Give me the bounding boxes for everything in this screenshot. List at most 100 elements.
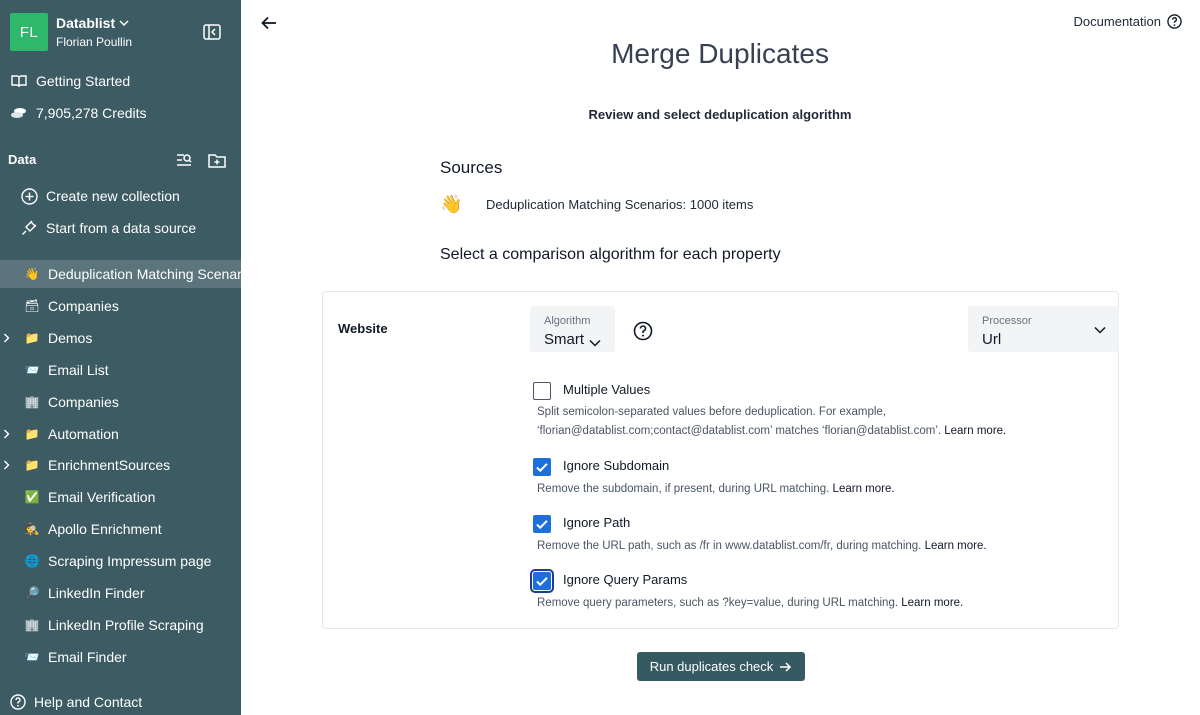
collection-label: Scraping Impressum page (48, 553, 212, 570)
run-duplicates-check-button[interactable]: Run duplicates check (637, 652, 805, 681)
property-card: Website Algorithm Smart Processor Url Mu… (322, 291, 1119, 629)
collection-emoji-icon: 🏢 (24, 617, 40, 632)
sidebar: FL Datablist Florian Poullin Getting Sta… (0, 0, 241, 715)
option-label: Ignore Path (563, 515, 631, 530)
data-section-title: Data (8, 152, 37, 167)
collection-item[interactable]: 👋 Deduplication Matching Scenarios (0, 260, 241, 288)
help-circle-icon (10, 694, 26, 710)
collection-item[interactable]: 🏢 LinkedIn Profile Scraping (0, 611, 241, 639)
back-arrow-icon[interactable] (260, 14, 278, 32)
option-description: Split semicolon-separated values before … (537, 406, 1007, 437)
chevron-down-icon (119, 19, 129, 26)
collection-label: Email List (48, 361, 109, 378)
page-subtitle: Review and select deduplication algorith… (588, 107, 852, 122)
collection-label: Companies (48, 393, 119, 410)
collection-label: Companies (48, 297, 119, 314)
collection-item[interactable]: 📁 Demos (0, 324, 241, 352)
option-checkbox[interactable] (533, 382, 551, 400)
source-item: 👋 Deduplication Matching Scenarios: 1000… (440, 194, 753, 215)
collection-item[interactable]: 📁 EnrichmentSources (0, 451, 241, 479)
option-description: Remove the subdomain, if present, during… (537, 483, 895, 495)
collection-emoji-icon: 🕵 (24, 522, 40, 537)
collection-emoji-icon: 🏢 (24, 394, 40, 409)
collection-item[interactable]: 📨 Email List (0, 356, 241, 384)
plus-circle-icon (20, 187, 38, 205)
check-icon (536, 577, 548, 587)
collection-emoji-icon: ✅ (24, 490, 40, 505)
plug-icon (20, 219, 38, 237)
collection-label: LinkedIn Profile Scraping (48, 616, 204, 633)
collection-label: LinkedIn Finder (48, 585, 145, 601)
arrow-right-icon (780, 661, 792, 672)
collection-item[interactable]: 📨 Email Finder (0, 643, 241, 671)
collection-item[interactable]: 📁 Automation (0, 420, 241, 448)
collection-item[interactable]: 🌐 Scraping Impressum page (0, 547, 241, 575)
coins-icon (10, 104, 28, 122)
property-name: Website (338, 321, 388, 336)
collection-label: Email Finder (48, 648, 127, 665)
wave-emoji-icon: 👋 (440, 194, 463, 214)
option-label: Ignore Subdomain (563, 458, 670, 473)
check-icon (536, 463, 548, 473)
collection-item[interactable]: 🔎 LinkedIn Finder (0, 579, 241, 607)
create-collection-button[interactable]: Create new collection (0, 182, 241, 210)
add-folder-icon[interactable] (208, 151, 226, 169)
sources-heading: Sources (440, 158, 503, 177)
algorithm-heading: Select a comparison algorithm for each p… (440, 246, 781, 263)
workspace-user: Florian Poullin (56, 35, 133, 49)
chevron-right-icon[interactable] (3, 333, 11, 343)
collection-item[interactable]: 🏢 Companies (0, 388, 241, 416)
option-label: Multiple Values (563, 382, 651, 397)
collection-label: Email Verification (48, 489, 156, 506)
help-circle-icon[interactable] (633, 321, 653, 341)
collection-label: Demos (48, 329, 93, 346)
search-list-icon[interactable] (175, 151, 193, 169)
collection-emoji-icon: 📁 (24, 458, 40, 473)
collection-label: Deduplication Matching Scenarios (48, 266, 241, 282)
collapse-sidebar-icon[interactable] (203, 24, 221, 40)
option-checkbox[interactable] (533, 458, 551, 476)
option-label: Ignore Query Params (563, 572, 688, 587)
start-data-source-button[interactable]: Start from a data source (0, 214, 241, 242)
chevron-right-icon[interactable] (3, 460, 11, 470)
algorithm-select[interactable]: Algorithm Smart (530, 306, 615, 352)
collection-item[interactable]: 🗃 Companies (0, 292, 241, 320)
nav-getting-started[interactable]: Getting Started (0, 67, 241, 95)
collection-label: EnrichmentSources (48, 457, 171, 474)
collection-item[interactable]: ✅ Email Verification (0, 483, 241, 511)
learn-more-link[interactable]: Learn more. (833, 483, 895, 495)
collection-emoji-icon: 👋 (24, 267, 40, 281)
option-description: Remove the URL path, such as /fr in www.… (537, 540, 987, 552)
processor-select[interactable]: Processor Url (968, 306, 1119, 352)
collection-label: Automation (48, 425, 119, 442)
learn-more-link[interactable]: Learn more. (925, 540, 987, 552)
check-icon (536, 520, 548, 530)
documentation-link[interactable]: Documentation (1074, 14, 1182, 29)
collection-emoji-icon: 🌐 (24, 554, 40, 569)
collection-label: Apollo Enrichment (48, 521, 162, 538)
avatar: FL (10, 13, 48, 51)
collection-emoji-icon: 📨 (24, 649, 40, 664)
source-text: Deduplication Matching Scenarios: 1000 i… (486, 197, 754, 212)
help-contact-link[interactable]: Help and Contact (10, 692, 142, 712)
book-icon (10, 72, 28, 90)
collection-emoji-icon: 🗃 (24, 298, 40, 313)
workspace-switcher[interactable]: FL Datablist Florian Poullin (10, 12, 132, 52)
collection-emoji-icon: 📁 (24, 426, 40, 441)
chevron-down-icon (1094, 326, 1106, 334)
chevron-right-icon[interactable] (3, 429, 11, 439)
learn-more-link[interactable]: Learn more. (944, 425, 1006, 437)
collection-item[interactable]: 🕵 Apollo Enrichment (0, 515, 241, 543)
nav-credits[interactable]: 7,905,278 Credits (0, 99, 241, 127)
chevron-down-icon (589, 339, 601, 347)
page-title: Merge Duplicates (611, 38, 829, 69)
option-description: Remove query parameters, such as ?key=va… (537, 597, 964, 609)
option-checkbox[interactable] (530, 569, 554, 593)
help-circle-icon (1167, 14, 1182, 29)
collection-emoji-icon: 📨 (24, 362, 40, 377)
option-checkbox[interactable] (533, 515, 551, 533)
learn-more-link[interactable]: Learn more. (901, 597, 963, 609)
collection-emoji-icon: 📁 (24, 330, 40, 345)
workspace-name: Datablist (56, 15, 116, 31)
collection-emoji-icon: 🔎 (24, 586, 40, 600)
